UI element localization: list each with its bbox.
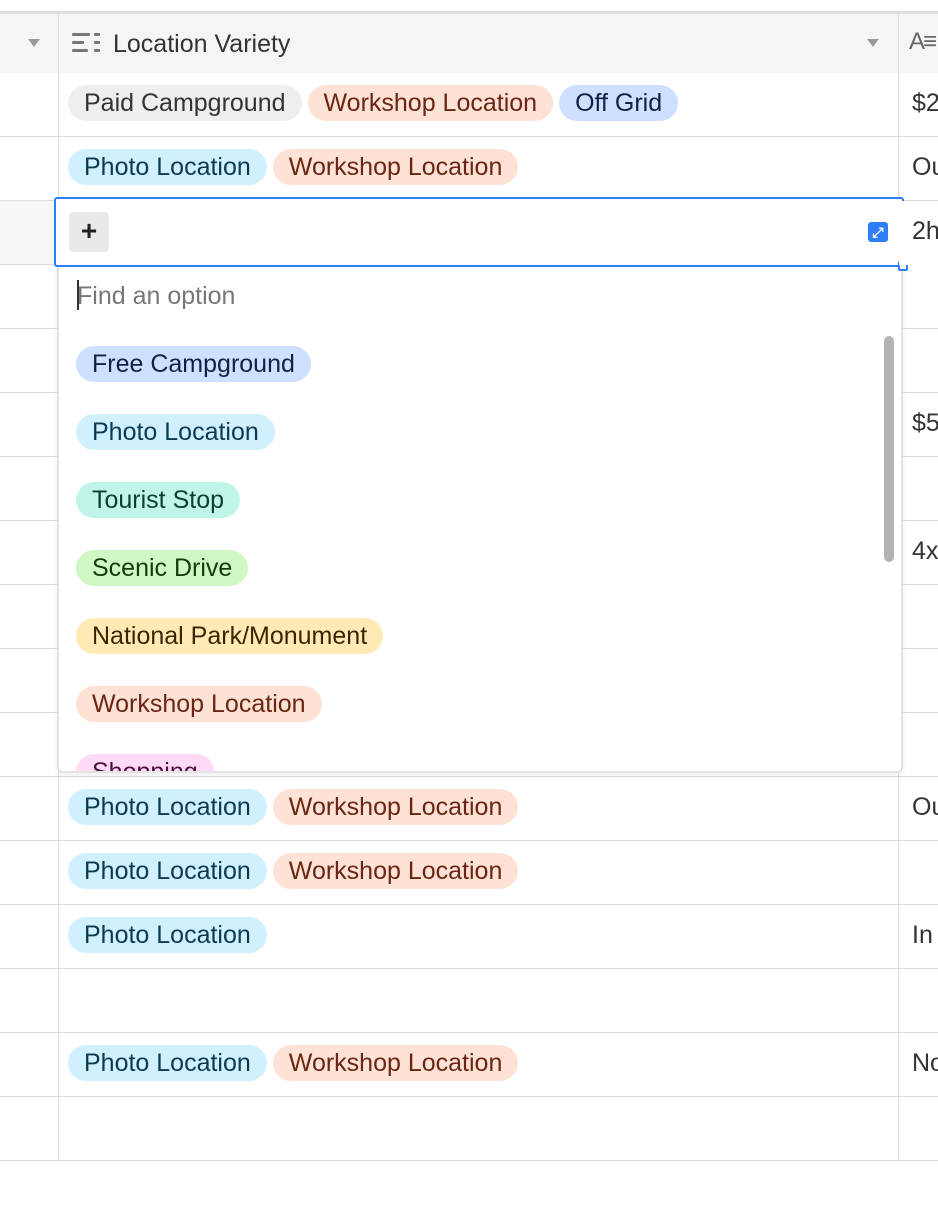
adjacent-cell[interactable] [899,969,938,1032]
expand-icon[interactable]: ⤢ [868,222,888,242]
tag-pill: Workshop Location [272,149,519,185]
option-dropdown: Free Campground Photo Location Tourist Sto… [57,258,903,773]
add-option-button[interactable]: + [69,212,109,252]
multi-select-field-icon [72,31,102,57]
tag-pill: Workshop Location [272,789,519,825]
row-left-cell[interactable] [0,265,59,328]
adjacent-cell[interactable] [899,329,938,392]
location-variety-cell[interactable]: Photo Location Workshop Location [59,137,899,200]
tag-pill: Workshop Location [272,853,519,889]
column-title: Location Variety [113,30,291,58]
location-variety-cell[interactable] [59,1097,899,1160]
location-variety-cell[interactable]: Photo Location Workshop Location [59,841,899,904]
adjacent-cell[interactable]: No [899,1033,938,1096]
table-row [0,969,938,1033]
adjacent-cell[interactable]: 4x [899,521,938,584]
tag-pill: Photo Location [68,149,267,185]
adjacent-cell[interactable] [899,713,938,776]
option-item[interactable]: National Park/Monument [76,618,389,654]
tag-pill: Photo Location [68,917,267,953]
tag-pill: Workshop Location [272,1045,519,1081]
tag-pill: Off Grid [559,85,679,121]
adjacent-cell[interactable]: Ou [899,777,938,840]
toolbar-divider [0,0,938,14]
option-pill: Workshop Location [76,686,322,722]
chevron-down-icon[interactable] [28,39,40,47]
adjacent-cell[interactable]: Ou [899,137,938,200]
location-variety-cell[interactable] [59,969,899,1032]
option-item[interactable]: Shopping [76,754,220,771]
column-header-previous[interactable] [0,14,59,75]
option-item[interactable]: Photo Location [76,414,281,450]
adjacent-cell[interactable] [899,841,938,904]
option-item[interactable]: Tourist Stop [76,482,246,518]
adjacent-cell[interactable] [899,1097,938,1160]
location-variety-cell[interactable]: Photo Location Workshop Location [59,777,899,840]
option-pill: Shopping [76,754,214,771]
option-pill: Free Campground [76,346,311,382]
adjacent-cell[interactable]: $5 [899,393,938,456]
adjacent-cell[interactable]: $2 [899,73,938,136]
option-pill: Scenic Drive [76,550,249,586]
column-header-location-variety[interactable]: Location Variety [59,14,899,75]
option-item[interactable]: Scenic Drive [76,550,254,586]
row-left-cell[interactable] [0,329,59,392]
location-variety-cell[interactable]: Paid Campground Workshop Location Off Grid [59,73,899,136]
option-pill: National Park/Monument [76,618,384,654]
chevron-down-icon[interactable] [867,39,879,47]
tag-pill: Paid Campground [68,85,302,121]
row-left-cell[interactable] [0,1097,59,1160]
row-left-cell[interactable] [0,585,59,648]
option-pill: Tourist Stop [76,482,241,518]
row-left-cell[interactable] [0,777,59,840]
adjacent-cell[interactable] [899,457,938,520]
row-left-cell[interactable] [0,457,59,520]
row-left-cell[interactable] [0,73,59,136]
text-caret [77,280,79,310]
row-left-cell[interactable] [0,137,59,200]
location-variety-cell[interactable]: Photo Location [59,905,899,968]
row-left-cell[interactable] [0,969,59,1032]
adjacent-cell[interactable]: 2h [899,201,938,265]
long-text-field-icon: A≡ [909,28,937,55]
row-left-cell[interactable] [0,201,59,264]
table-row: Photo Location Workshop Location [0,841,938,905]
option-item[interactable]: Free Campground [76,346,317,382]
table-row: Photo Location Workshop Location No [0,1033,938,1097]
adjacent-cell[interactable] [899,585,938,648]
option-item[interactable]: Workshop Location [76,686,328,722]
table-row: Photo LocationWorkshop LocationOu [0,137,938,201]
tag-pill: Photo Location [68,853,267,889]
tag-pill: Photo Location [68,789,267,825]
row-left-cell[interactable] [0,649,59,712]
dropdown-scrollbar[interactable] [884,336,894,562]
table-row [0,1097,938,1161]
row-left-cell[interactable] [0,841,59,904]
table-row: Photo LocationWorkshop LocationOu [0,777,938,841]
location-variety-cell[interactable]: Photo Location Workshop Location [59,1033,899,1096]
option-pill: Photo Location [76,414,275,450]
active-cell-editor[interactable]: + ⤢ [54,197,908,271]
adjacent-cell[interactable] [899,649,938,712]
tag-pill: Photo Location [68,1045,267,1081]
table-row: Photo Location In [0,905,938,969]
table-row: Paid Campground Workshop Location Off Grid… [0,73,938,137]
adjacent-cell[interactable] [899,265,938,328]
find-option-input[interactable] [77,278,857,314]
row-left-cell[interactable] [0,521,59,584]
row-left-cell[interactable] [0,1033,59,1096]
row-left-cell[interactable] [0,905,59,968]
row-left-cell[interactable] [0,393,59,456]
tag-pill: Workshop Location [307,85,554,121]
adjacent-cell[interactable]: In [899,905,938,968]
row-left-cell[interactable] [0,713,59,776]
table-header: Location Variety A≡ [0,14,938,75]
